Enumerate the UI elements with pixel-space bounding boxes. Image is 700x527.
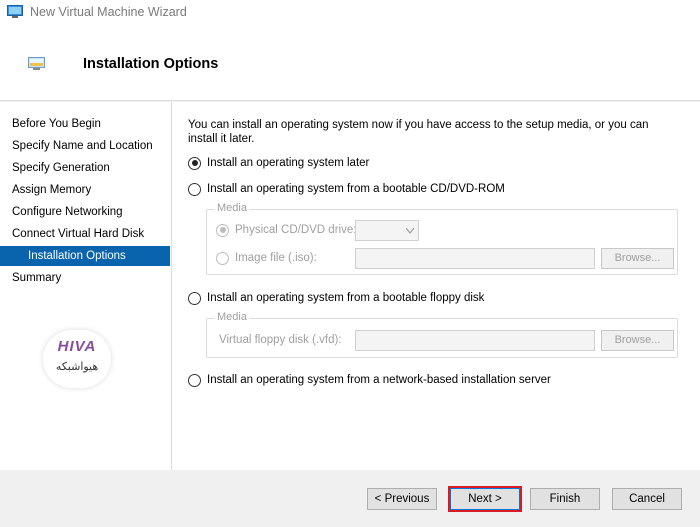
install-later-label: Install an operating system later [207, 157, 370, 169]
image-file-input[interactable] [355, 248, 595, 269]
physical-drive-label: Physical CD/DVD drive: [235, 224, 357, 236]
install-floppy-label: Install an operating system from a boota… [207, 292, 485, 304]
wizard-steps-sidebar: Before You Begin Specify Name and Locati… [0, 102, 172, 470]
wizard-header: Installation Options [0, 26, 700, 101]
vfd-label: Virtual floppy disk (.vfd): [219, 334, 342, 346]
monitor-icon [28, 57, 45, 70]
step-configure-networking[interactable]: Configure Networking [0, 202, 170, 222]
step-before-you-begin[interactable]: Before You Begin [0, 114, 170, 134]
install-network-radio[interactable] [188, 373, 201, 387]
chevron-down-icon [406, 228, 414, 234]
physical-drive-radio[interactable] [216, 223, 229, 237]
option-image-file[interactable]: Image file (.iso): [216, 250, 317, 266]
install-later-radio[interactable] [188, 156, 201, 170]
option-physical-drive[interactable]: Physical CD/DVD drive: [216, 222, 356, 238]
installation-options-panel: You can install an operating system now … [172, 102, 700, 470]
watermark-caption: هیواشبکه [55, 360, 99, 373]
cd-media-legend: Media [215, 202, 249, 214]
page-title: Installation Options [83, 56, 219, 72]
vfd-input[interactable] [355, 330, 595, 351]
next-button[interactable]: Next > [450, 488, 520, 510]
step-connect-virtual-hard-disk[interactable]: Connect Virtual Hard Disk [0, 224, 170, 244]
cancel-button[interactable]: Cancel [612, 488, 682, 510]
install-floppy-radio[interactable] [188, 291, 201, 305]
step-installation-options[interactable]: Installation Options [0, 246, 170, 266]
window-title: New Virtual Machine Wizard [30, 5, 187, 19]
option-install-cd[interactable]: Install an operating system from a boota… [188, 181, 505, 197]
image-file-radio[interactable] [216, 251, 229, 265]
watermark-logo: HIVA هیواشبکه [43, 330, 111, 388]
image-file-label: Image file (.iso): [235, 252, 317, 264]
install-network-label: Install an operating system from a netwo… [207, 374, 551, 386]
watermark-logo-text: HIVA [57, 338, 97, 355]
cd-browse-button[interactable]: Browse... [601, 248, 674, 269]
wizard-footer: < Previous Next > Finish Cancel [0, 470, 700, 527]
title-bar: New Virtual Machine Wizard [0, 0, 700, 26]
floppy-media-legend: Media [215, 311, 249, 323]
install-cd-radio[interactable] [188, 182, 201, 196]
floppy-browse-button[interactable]: Browse... [601, 330, 674, 351]
option-install-later[interactable]: Install an operating system later [188, 155, 369, 171]
step-assign-memory[interactable]: Assign Memory [0, 180, 170, 200]
physical-drive-dropdown[interactable] [355, 220, 419, 241]
finish-button[interactable]: Finish [530, 488, 600, 510]
option-install-network[interactable]: Install an operating system from a netwo… [188, 372, 551, 388]
intro-text: You can install an operating system now … [188, 119, 649, 145]
previous-button[interactable]: < Previous [367, 488, 437, 510]
option-install-floppy[interactable]: Install an operating system from a boota… [188, 290, 484, 306]
step-summary[interactable]: Summary [0, 268, 170, 288]
install-cd-label: Install an operating system from a boota… [207, 183, 505, 195]
step-specify-generation[interactable]: Specify Generation [0, 158, 170, 178]
step-specify-name-location[interactable]: Specify Name and Location [0, 136, 170, 156]
hyper-v-monitor-icon [7, 5, 23, 18]
